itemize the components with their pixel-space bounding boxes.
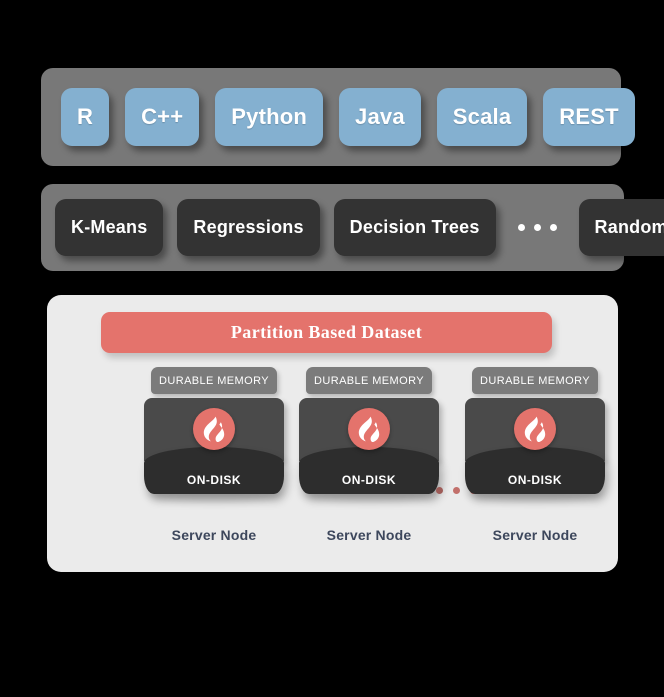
durable-memory-layer: DURABLE MEMORY [151,367,277,394]
api-chip-label: R [77,104,94,129]
ignite-flame-icon [514,408,556,450]
on-disk-label: ON-DISK [186,473,242,487]
api-chip-label: C++ [141,104,184,129]
on-disk-layer: ON-DISK [144,447,284,494]
ignite-flame-icon [348,408,390,450]
server-node-label: Server Node [326,527,412,543]
durable-memory-layer: DURABLE MEMORY [306,367,432,394]
api-chip-label: Java [355,104,405,129]
api-chip-label: Python [231,104,308,129]
algorithm-chip-regressions[interactable]: Regressions [177,199,320,256]
durable-memory-label: DURABLE MEMORY [159,374,269,387]
algorithm-chip-random-forest[interactable]: Random Forest [578,199,664,256]
ellipsis-dot [533,224,541,231]
server-node-label: Server Node [171,527,257,543]
ellipsis-dot [517,224,525,231]
algorithm-chip-label: K-Means [71,217,148,237]
algorithms-panel: K-Means Regressions Decision Trees Rando… [41,184,664,271]
api-chip-cpp[interactable]: C++ [125,88,200,146]
on-disk-label: ON-DISK [341,473,397,487]
on-disk-layer: ON-DISK [299,447,439,494]
ellipsis-dot [453,487,460,494]
algorithm-chip-label: Random Forest [594,217,664,237]
diagram-stage: R C++ Python Java Scala REST K-Means Reg… [0,0,664,697]
api-chip-java[interactable]: Java [339,88,421,146]
api-languages-row: R C++ Python Java Scala REST [41,68,635,166]
api-languages-panel: R C++ Python Java Scala REST [41,68,635,166]
algorithm-chip-k-means[interactable]: K-Means [55,199,164,256]
api-chip-python[interactable]: Python [215,88,324,146]
api-chip-label: REST [559,104,619,129]
ellipsis-dot [436,487,443,494]
ellipsis-dot [549,224,557,231]
cluster-panel: Partition Based Dataset DURABLE MEMORY O… [47,295,618,572]
api-chip-rest[interactable]: REST [543,88,635,146]
durable-memory-label: DURABLE MEMORY [480,374,590,387]
server-nodes-row: DURABLE MEMORY ON-DISK Server Node DURAB… [47,367,618,567]
algorithms-row: K-Means Regressions Decision Trees Rando… [41,184,664,271]
ignite-flame-icon [193,408,235,450]
dataset-banner-label: Partition Based Dataset [230,322,423,342]
partition-based-dataset-banner: Partition Based Dataset [101,312,552,353]
durable-memory-label: DURABLE MEMORY [314,374,424,387]
api-chip-scala[interactable]: Scala [436,88,528,146]
algorithm-chip-label: Decision Trees [349,217,480,237]
api-chip-r[interactable]: R [61,88,110,146]
algorithms-ellipsis-icon [510,224,565,231]
algorithm-chip-label: Regressions [193,217,304,237]
api-chip-label: Scala [452,104,512,129]
on-disk-layer: ON-DISK [465,447,605,494]
server-node-label: Server Node [492,527,578,543]
on-disk-label: ON-DISK [507,473,563,487]
algorithm-chip-decision-trees[interactable]: Decision Trees [333,199,496,256]
durable-memory-layer: DURABLE MEMORY [472,367,598,394]
